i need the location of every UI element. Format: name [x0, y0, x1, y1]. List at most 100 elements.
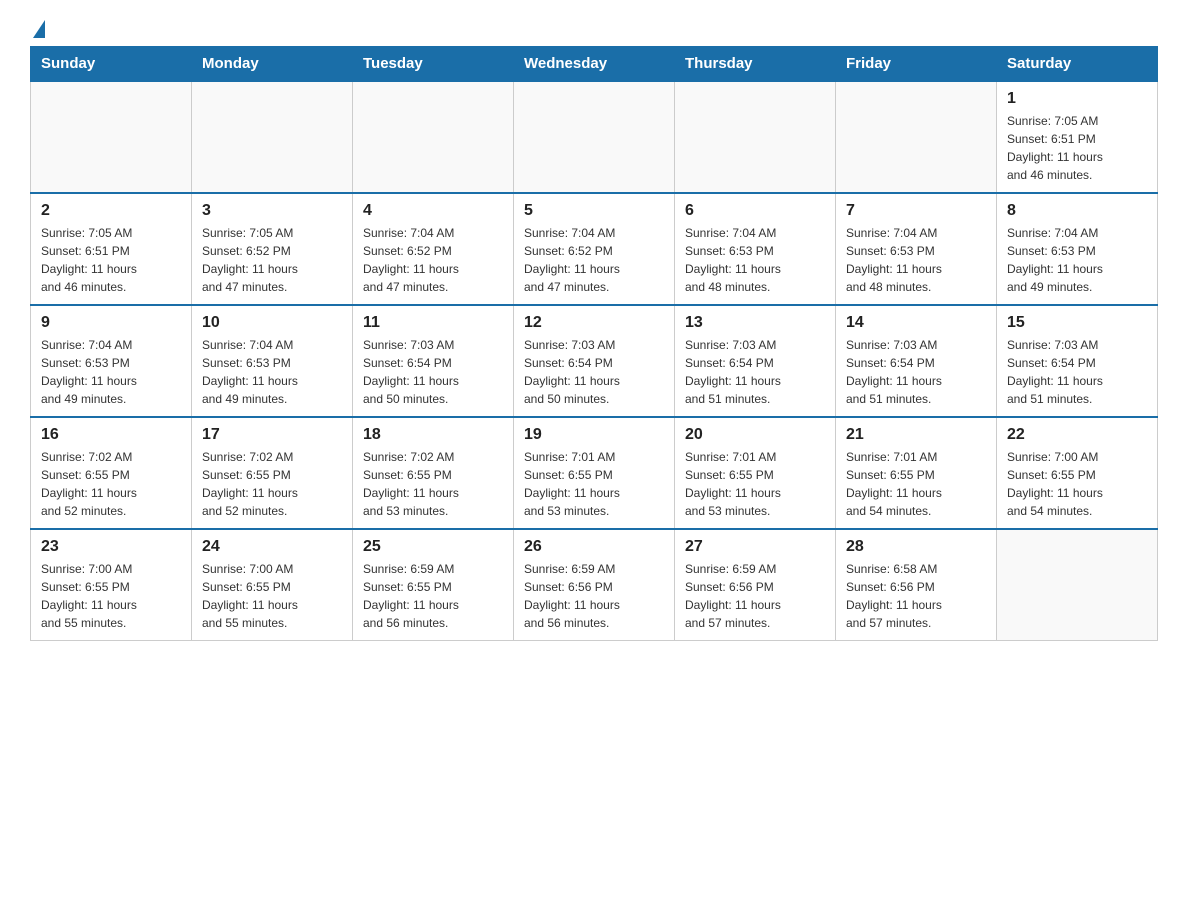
day-info: Sunrise: 7:02 AM Sunset: 6:55 PM Dayligh…: [202, 448, 342, 520]
day-info: Sunrise: 6:58 AM Sunset: 6:56 PM Dayligh…: [846, 560, 986, 632]
day-info: Sunrise: 7:03 AM Sunset: 6:54 PM Dayligh…: [846, 336, 986, 408]
day-info: Sunrise: 7:02 AM Sunset: 6:55 PM Dayligh…: [363, 448, 503, 520]
week-row-1: 1 Sunrise: 7:05 AM Sunset: 6:51 PM Daylig…: [31, 81, 1158, 193]
day-info: Sunrise: 7:03 AM Sunset: 6:54 PM Dayligh…: [524, 336, 664, 408]
calendar-cell: 26 Sunrise: 6:59 AM Sunset: 6:56 PM Dayli…: [514, 529, 675, 641]
calendar-cell: 10 Sunrise: 7:04 AM Sunset: 6:53 PM Dayli…: [192, 305, 353, 417]
calendar-cell: [353, 81, 514, 193]
day-number: 7: [846, 202, 986, 220]
calendar-cell: 28 Sunrise: 6:58 AM Sunset: 6:56 PM Dayli…: [836, 529, 997, 641]
logo-triangle-icon: [33, 20, 45, 38]
day-info: Sunrise: 7:04 AM Sunset: 6:52 PM Dayligh…: [363, 224, 503, 296]
calendar-cell: 20 Sunrise: 7:01 AM Sunset: 6:55 PM Dayli…: [675, 417, 836, 529]
day-info: Sunrise: 7:05 AM Sunset: 6:51 PM Dayligh…: [1007, 112, 1147, 184]
weekday-header-sunday: Sunday: [31, 47, 192, 82]
day-number: 25: [363, 538, 503, 556]
day-number: 27: [685, 538, 825, 556]
calendar-cell: 23Sunrise: 7:00 AM Sunset: 6:55 PM Dayli…: [31, 529, 192, 641]
day-number: 21: [846, 426, 986, 444]
day-number: 23: [41, 538, 181, 556]
calendar-cell: 12 Sunrise: 7:03 AM Sunset: 6:54 PM Dayli…: [514, 305, 675, 417]
day-info: Sunrise: 7:04 AM Sunset: 6:53 PM Dayligh…: [41, 336, 181, 408]
day-info: Sunrise: 7:02 AM Sunset: 6:55 PM Dayligh…: [41, 448, 181, 520]
day-number: 24: [202, 538, 342, 556]
calendar-cell: 6 Sunrise: 7:04 AM Sunset: 6:53 PM Daylig…: [675, 193, 836, 305]
calendar-cell: 21 Sunrise: 7:01 AM Sunset: 6:55 PM Dayli…: [836, 417, 997, 529]
calendar-cell: [31, 81, 192, 193]
day-number: 17: [202, 426, 342, 444]
weekday-header-thursday: Thursday: [675, 47, 836, 82]
calendar-cell: 18Sunrise: 7:02 AM Sunset: 6:55 PM Dayli…: [353, 417, 514, 529]
calendar-cell: 14 Sunrise: 7:03 AM Sunset: 6:54 PM Dayli…: [836, 305, 997, 417]
day-info: Sunrise: 7:01 AM Sunset: 6:55 PM Dayligh…: [685, 448, 825, 520]
calendar-cell: [675, 81, 836, 193]
calendar-cell: 2 Sunrise: 7:05 AM Sunset: 6:51 PM Daylig…: [31, 193, 192, 305]
calendar-cell: 1 Sunrise: 7:05 AM Sunset: 6:51 PM Daylig…: [997, 81, 1158, 193]
calendar-cell: 5 Sunrise: 7:04 AM Sunset: 6:52 PM Daylig…: [514, 193, 675, 305]
calendar-cell: 24 Sunrise: 7:00 AM Sunset: 6:55 PM Dayli…: [192, 529, 353, 641]
calendar-cell: 9 Sunrise: 7:04 AM Sunset: 6:53 PM Daylig…: [31, 305, 192, 417]
week-row-3: 9 Sunrise: 7:04 AM Sunset: 6:53 PM Daylig…: [31, 305, 1158, 417]
day-info: Sunrise: 7:04 AM Sunset: 6:53 PM Dayligh…: [685, 224, 825, 296]
weekday-header-tuesday: Tuesday: [353, 47, 514, 82]
day-info: Sunrise: 7:01 AM Sunset: 6:55 PM Dayligh…: [524, 448, 664, 520]
day-info: Sunrise: 7:03 AM Sunset: 6:54 PM Dayligh…: [1007, 336, 1147, 408]
day-info: Sunrise: 7:01 AM Sunset: 6:55 PM Dayligh…: [846, 448, 986, 520]
weekday-header-wednesday: Wednesday: [514, 47, 675, 82]
day-number: 19: [524, 426, 664, 444]
page-header: [30, 20, 1158, 36]
week-row-5: 23 Sunrise: 7:00 AM Sunset: 6:55 PM Dayli…: [31, 529, 1158, 641]
logo: [30, 20, 45, 36]
calendar-cell: 11 Sunrise: 7:03 AM Sunset: 6:54 PM Dayli…: [353, 305, 514, 417]
day-number: 26: [524, 538, 664, 556]
weekday-header-monday: Monday: [192, 47, 353, 82]
day-info: Sunrise: 7:00 AM Sunset: 6:55 PM Dayligh…: [1007, 448, 1147, 520]
day-number: 11: [363, 314, 503, 332]
day-info: Sunrise: 7:04 AM Sunset: 6:53 PM Dayligh…: [1007, 224, 1147, 296]
day-number: 4: [363, 202, 503, 220]
day-number: 20: [685, 426, 825, 444]
weekday-header-friday: Friday: [836, 47, 997, 82]
calendar-cell: [514, 81, 675, 193]
weekday-header-row: SundayMondayTuesdayWednesdayThursdayFrid…: [31, 47, 1158, 82]
day-number: 5: [524, 202, 664, 220]
day-info: Sunrise: 7:00 AM Sunset: 6:55 PM Dayligh…: [202, 560, 342, 632]
day-number: 9: [41, 314, 181, 332]
calendar-cell: 15 Sunrise: 7:03 AM Sunset: 6:54 PM Dayli…: [997, 305, 1158, 417]
day-number: 12: [524, 314, 664, 332]
day-number: 15: [1007, 314, 1147, 332]
calendar-cell: 19 Sunrise: 7:01 AM Sunset: 6:55 PM Dayli…: [514, 417, 675, 529]
weekday-header-saturday: Saturday: [997, 47, 1158, 82]
calendar-cell: 3 Sunrise: 7:05 AM Sunset: 6:52 PM Daylig…: [192, 193, 353, 305]
calendar-cell: 17 Sunrise: 7:02 AM Sunset: 6:55 PM Dayli…: [192, 417, 353, 529]
day-number: 2: [41, 202, 181, 220]
day-number: 6: [685, 202, 825, 220]
calendar-cell: 22 Sunrise: 7:00 AM Sunset: 6:55 PM Dayli…: [997, 417, 1158, 529]
calendar-cell: 8Sunrise: 7:04 AM Sunset: 6:53 PM Daylig…: [997, 193, 1158, 305]
day-number: 28: [846, 538, 986, 556]
day-info: Sunrise: 7:04 AM Sunset: 6:52 PM Dayligh…: [524, 224, 664, 296]
day-number: 1: [1007, 90, 1147, 108]
day-number: 16: [41, 426, 181, 444]
calendar-cell: [192, 81, 353, 193]
calendar-table: SundayMondayTuesdayWednesdayThursdayFrid…: [30, 46, 1158, 641]
day-number: 13: [685, 314, 825, 332]
day-number: 22: [1007, 426, 1147, 444]
week-row-4: 16 Sunrise: 7:02 AM Sunset: 6:55 PM Dayli…: [31, 417, 1158, 529]
calendar-cell: 27Sunrise: 6:59 AM Sunset: 6:56 PM Dayli…: [675, 529, 836, 641]
day-number: 14: [846, 314, 986, 332]
day-info: Sunrise: 7:03 AM Sunset: 6:54 PM Dayligh…: [363, 336, 503, 408]
day-info: Sunrise: 6:59 AM Sunset: 6:55 PM Dayligh…: [363, 560, 503, 632]
day-number: 3: [202, 202, 342, 220]
calendar-cell: 4 Sunrise: 7:04 AM Sunset: 6:52 PM Daylig…: [353, 193, 514, 305]
day-info: Sunrise: 7:05 AM Sunset: 6:51 PM Dayligh…: [41, 224, 181, 296]
day-info: Sunrise: 6:59 AM Sunset: 6:56 PM Dayligh…: [524, 560, 664, 632]
day-info: Sunrise: 7:04 AM Sunset: 6:53 PM Dayligh…: [202, 336, 342, 408]
day-info: Sunrise: 7:04 AM Sunset: 6:53 PM Dayligh…: [846, 224, 986, 296]
calendar-cell: 25 Sunrise: 6:59 AM Sunset: 6:55 PM Dayli…: [353, 529, 514, 641]
day-number: 10: [202, 314, 342, 332]
calendar-cell: [836, 81, 997, 193]
calendar-cell: 16 Sunrise: 7:02 AM Sunset: 6:55 PM Dayli…: [31, 417, 192, 529]
calendar-cell: 7 Sunrise: 7:04 AM Sunset: 6:53 PM Daylig…: [836, 193, 997, 305]
day-info: Sunrise: 7:05 AM Sunset: 6:52 PM Dayligh…: [202, 224, 342, 296]
